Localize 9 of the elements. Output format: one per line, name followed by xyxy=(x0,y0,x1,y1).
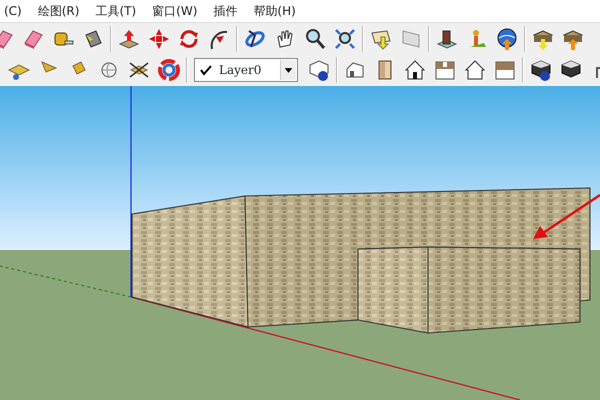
arrow-pointer xyxy=(533,194,600,239)
menu-item[interactable]: (C) xyxy=(0,0,30,22)
menu-item[interactable]: 绘图(R) xyxy=(30,0,88,22)
menu-item[interactable]: 插件 xyxy=(205,0,246,22)
menu-item[interactable]: 窗口(W) xyxy=(144,0,206,22)
menu-item[interactable]: 工具(T) xyxy=(87,0,144,22)
dropdown-caret-icon xyxy=(280,60,296,80)
layer-dropdown[interactable]: Layer0 xyxy=(194,58,298,82)
menu-item[interactable]: 帮助(H) xyxy=(245,0,304,22)
